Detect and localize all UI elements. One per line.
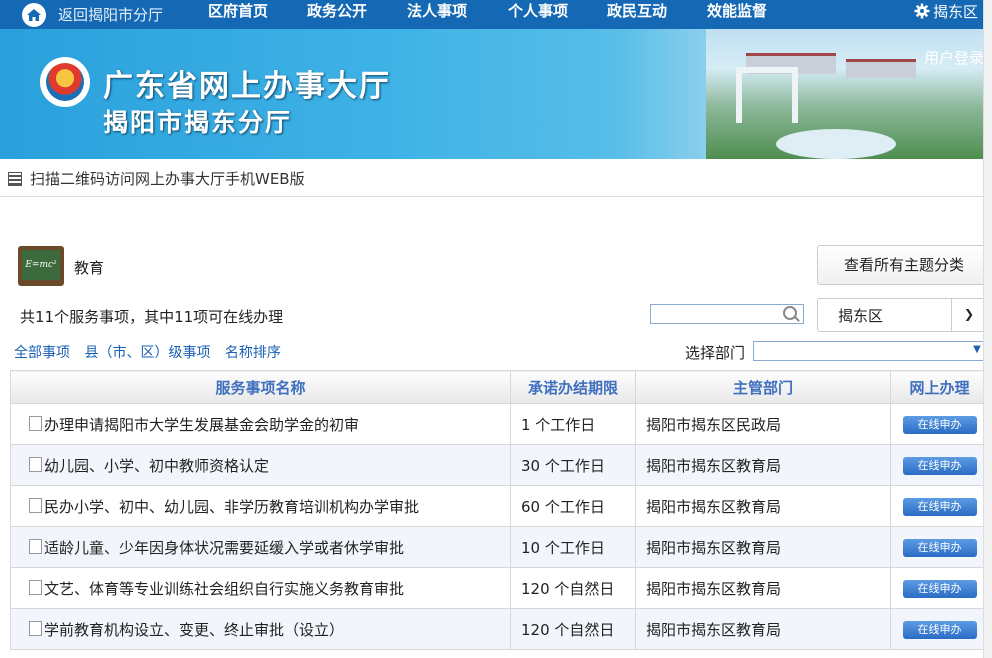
filter-county-items[interactable]: 县（市、区）级事项 bbox=[84, 345, 210, 361]
chevron-down-icon[interactable]: ❯ bbox=[951, 299, 986, 331]
service-name-cell[interactable]: 文艺、体育等专业训练社会组织自行实施义务教育审批 bbox=[10, 567, 511, 609]
district-select-value: 揭东区 bbox=[838, 307, 884, 325]
nav-corporate-services[interactable]: 法人事项 bbox=[407, 0, 467, 22]
login-link[interactable]: 用户登录 bbox=[924, 47, 984, 68]
service-name[interactable]: 文艺、体育等专业训练社会组织自行实施义务教育审批 bbox=[44, 580, 404, 598]
nav-personal-services[interactable]: 个人事项 bbox=[508, 0, 568, 22]
department-cell: 揭阳市揭东区民政局 bbox=[635, 403, 891, 445]
back-link-label: 返回揭阳市分厅 bbox=[58, 6, 164, 24]
chalkboard-icon: E=mc² bbox=[18, 246, 64, 286]
document-icon bbox=[29, 538, 42, 554]
deadline-cell: 10 个工作日 bbox=[510, 526, 636, 568]
department-cell: 揭阳市揭东区教育局 bbox=[635, 608, 891, 650]
district-select[interactable]: 揭东区 ❯ bbox=[817, 298, 987, 332]
deadline-cell: 60 个工作日 bbox=[510, 485, 636, 527]
services-table: 服务事项名称 承诺办结期限 主管部门 网上办理 办理申请揭阳市大学生发展基金会助… bbox=[10, 370, 989, 650]
nav-efficiency[interactable]: 效能监督 bbox=[707, 0, 767, 22]
department-cell: 揭阳市揭东区教育局 bbox=[635, 567, 891, 609]
header-department: 主管部门 bbox=[635, 370, 891, 404]
department-select[interactable]: ▼ bbox=[753, 341, 987, 361]
top-nav-bar: 返回揭阳市分厅 区府首页 政务公开 法人事项 个人事项 政民互动 效能监督 揭东… bbox=[0, 0, 992, 29]
department-cell: 揭阳市揭东区教育局 bbox=[635, 444, 891, 486]
table-row: 学前教育机构设立、变更、终止审批（设立） 120 个自然日 揭阳市揭东区教育局 … bbox=[10, 608, 989, 650]
site-subtitle: 揭阳市揭东分厅 bbox=[103, 108, 293, 137]
department-cell: 揭阳市揭东区教育局 bbox=[635, 485, 891, 527]
apply-online-button[interactable]: 在线申办 bbox=[902, 580, 977, 598]
nav-district-home[interactable]: 区府首页 bbox=[208, 0, 268, 22]
sort-by-name[interactable]: 名称排序 bbox=[225, 345, 281, 361]
apply-online-button[interactable]: 在线申办 bbox=[902, 498, 977, 516]
header-service-name: 服务事项名称 bbox=[10, 370, 511, 404]
deadline-cell: 120 个自然日 bbox=[510, 567, 636, 609]
table-row: 幼儿园、小学、初中教师资格认定 30 个工作日 揭阳市揭东区教育局 在线申办 bbox=[10, 444, 989, 486]
service-name[interactable]: 适龄儿童、少年因身体状况需要延缓入学或者休学审批 bbox=[44, 539, 404, 557]
service-name-cell[interactable]: 幼儿园、小学、初中教师资格认定 bbox=[10, 444, 511, 486]
table-row: 民办小学、初中、幼儿园、非学历教育培训机构办学审批 60 个工作日 揭阳市揭东区… bbox=[10, 485, 989, 527]
document-icon bbox=[29, 497, 42, 513]
table-row: 适龄儿童、少年因身体状况需要延缓入学或者休学审批 10 个工作日 揭阳市揭东区教… bbox=[10, 526, 989, 568]
site-logo bbox=[40, 57, 90, 107]
chevron-down-icon[interactable]: ▼ bbox=[970, 343, 984, 357]
filter-all-items[interactable]: 全部事项 bbox=[14, 345, 70, 361]
table-header-row: 服务事项名称 承诺办结期限 主管部门 网上办理 bbox=[10, 370, 989, 404]
filter-links: 全部事项 县（市、区）级事项 名称排序 bbox=[14, 342, 291, 362]
service-name[interactable]: 幼儿园、小学、初中教师资格认定 bbox=[44, 457, 269, 475]
deadline-cell: 120 个自然日 bbox=[510, 608, 636, 650]
apply-online-button[interactable]: 在线申办 bbox=[902, 539, 977, 557]
site-title: 广东省网上办事大厅 bbox=[103, 69, 391, 104]
deadline-cell: 1 个工作日 bbox=[510, 403, 636, 445]
service-name-cell[interactable]: 办理申请揭阳市大学生发展基金会助学金的初审 bbox=[10, 403, 511, 445]
nav-gov-affairs[interactable]: 政务公开 bbox=[307, 0, 367, 22]
district-switch[interactable]: 揭东区 bbox=[914, 0, 978, 22]
service-name[interactable]: 学前教育机构设立、变更、终止审批（设立） bbox=[44, 621, 344, 639]
topic-title: 教育 bbox=[74, 259, 105, 277]
back-to-city-link[interactable]: 返回揭阳市分厅 bbox=[22, 0, 163, 29]
apply-online-button[interactable]: 在线申办 bbox=[902, 621, 977, 639]
search-input[interactable] bbox=[650, 304, 804, 324]
site-banner: 广东省网上办事大厅 揭阳市揭东分厅 用户登录 bbox=[0, 29, 992, 159]
service-count: 共11个服务事项，其中11项可在线办理 bbox=[20, 308, 284, 326]
table-row: 办理申请揭阳市大学生发展基金会助学金的初审 1 个工作日 揭阳市揭东区民政局 在… bbox=[10, 403, 989, 445]
department-label: 选择部门 bbox=[685, 344, 746, 362]
deadline-cell: 30 个工作日 bbox=[510, 444, 636, 486]
nav-interaction[interactable]: 政民互动 bbox=[607, 0, 667, 22]
apply-online-button[interactable]: 在线申办 bbox=[902, 457, 977, 475]
service-name[interactable]: 民办小学、初中、幼儿园、非学历教育培训机构办学审批 bbox=[44, 498, 419, 516]
table-row: 文艺、体育等专业训练社会组织自行实施义务教育审批 120 个自然日 揭阳市揭东区… bbox=[10, 567, 989, 609]
vertical-scrollbar[interactable] bbox=[983, 0, 992, 658]
gear-icon bbox=[914, 3, 930, 19]
header-online: 网上办理 bbox=[890, 370, 989, 404]
all-topics-button[interactable]: 查看所有主题分类 bbox=[817, 245, 991, 285]
qr-code-text: 扫描二维码访问网上办事大厅手机WEB版 bbox=[30, 170, 305, 188]
service-name-cell[interactable]: 适龄儿童、少年因身体状况需要延缓入学或者休学审批 bbox=[10, 526, 511, 568]
search-icon[interactable] bbox=[783, 306, 797, 320]
qr-code-icon bbox=[8, 171, 22, 186]
divider bbox=[0, 196, 992, 197]
home-icon bbox=[22, 2, 46, 27]
apply-online-button[interactable]: 在线申办 bbox=[902, 416, 977, 434]
document-icon bbox=[29, 456, 42, 472]
chalkboard-formula: E=mc² bbox=[22, 250, 60, 280]
service-name-cell[interactable]: 民办小学、初中、幼儿园、非学历教育培训机构办学审批 bbox=[10, 485, 511, 527]
qr-code-link[interactable]: 扫描二维码访问网上办事大厅手机WEB版 bbox=[8, 168, 305, 189]
document-icon bbox=[29, 579, 42, 595]
document-icon bbox=[29, 415, 42, 431]
header-deadline: 承诺办结期限 bbox=[510, 370, 636, 404]
document-icon bbox=[29, 620, 42, 636]
department-cell: 揭阳市揭东区教育局 bbox=[635, 526, 891, 568]
service-name-cell[interactable]: 学前教育机构设立、变更、终止审批（设立） bbox=[10, 608, 511, 650]
district-switch-label: 揭东区 bbox=[932, 2, 978, 21]
service-name[interactable]: 办理申请揭阳市大学生发展基金会助学金的初审 bbox=[44, 416, 359, 434]
